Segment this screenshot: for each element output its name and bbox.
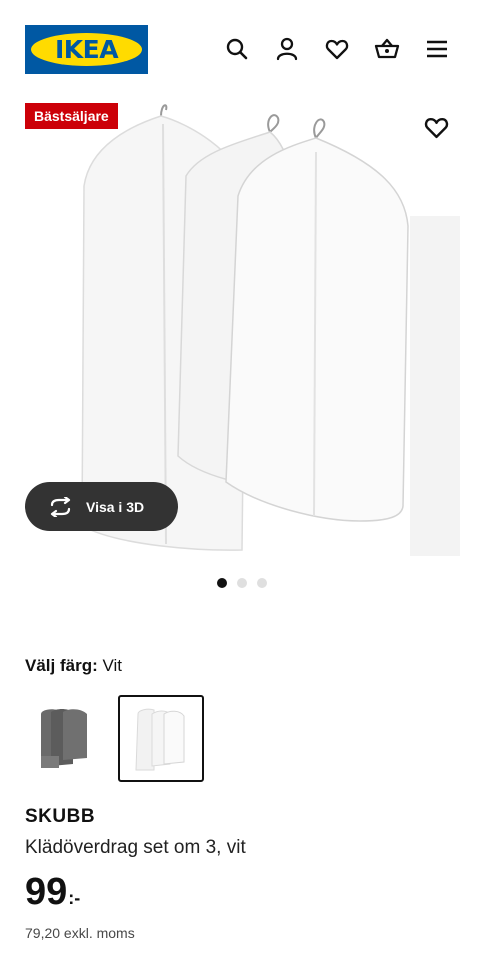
logo-text: IKEA bbox=[54, 35, 119, 64]
product-price: 99 :- bbox=[25, 870, 80, 920]
carousel-dot-1[interactable] bbox=[217, 578, 227, 588]
menu-icon[interactable] bbox=[424, 36, 450, 62]
price-main: 99 bbox=[25, 871, 68, 913]
search-icon[interactable] bbox=[224, 36, 250, 62]
color-label-value: Vit bbox=[102, 656, 123, 675]
view-in-3d-label: Visa i 3D bbox=[86, 498, 145, 515]
carousel-dot-3[interactable] bbox=[257, 578, 267, 588]
bestseller-badge: Bästsäljare bbox=[25, 103, 118, 129]
profile-icon[interactable] bbox=[274, 36, 300, 62]
carousel-dots bbox=[217, 578, 267, 588]
price-excl-vat: 79,20 exkl. moms bbox=[25, 925, 135, 941]
color-swatch-white[interactable] bbox=[118, 695, 204, 782]
basket-icon[interactable] bbox=[374, 36, 400, 62]
view-in-3d-button[interactable]: Visa i 3D bbox=[25, 482, 178, 531]
carousel-dot-2[interactable] bbox=[237, 578, 247, 588]
color-swatch-gray[interactable] bbox=[25, 695, 111, 782]
rotate-3d-icon bbox=[50, 496, 71, 517]
product-name: SKUBB bbox=[25, 806, 96, 827]
color-selector-label: Välj färg: Vit bbox=[25, 656, 122, 676]
color-label-key: Välj färg: bbox=[25, 656, 98, 675]
price-suffix: :- bbox=[68, 888, 81, 908]
product-description: Klädöverdrag set om 3, vit bbox=[25, 837, 246, 858]
heart-icon[interactable] bbox=[324, 36, 350, 62]
ikea-logo[interactable]: IKEA bbox=[25, 25, 148, 74]
header: IKEA bbox=[0, 0, 488, 96]
favourite-heart-icon[interactable] bbox=[423, 114, 450, 141]
